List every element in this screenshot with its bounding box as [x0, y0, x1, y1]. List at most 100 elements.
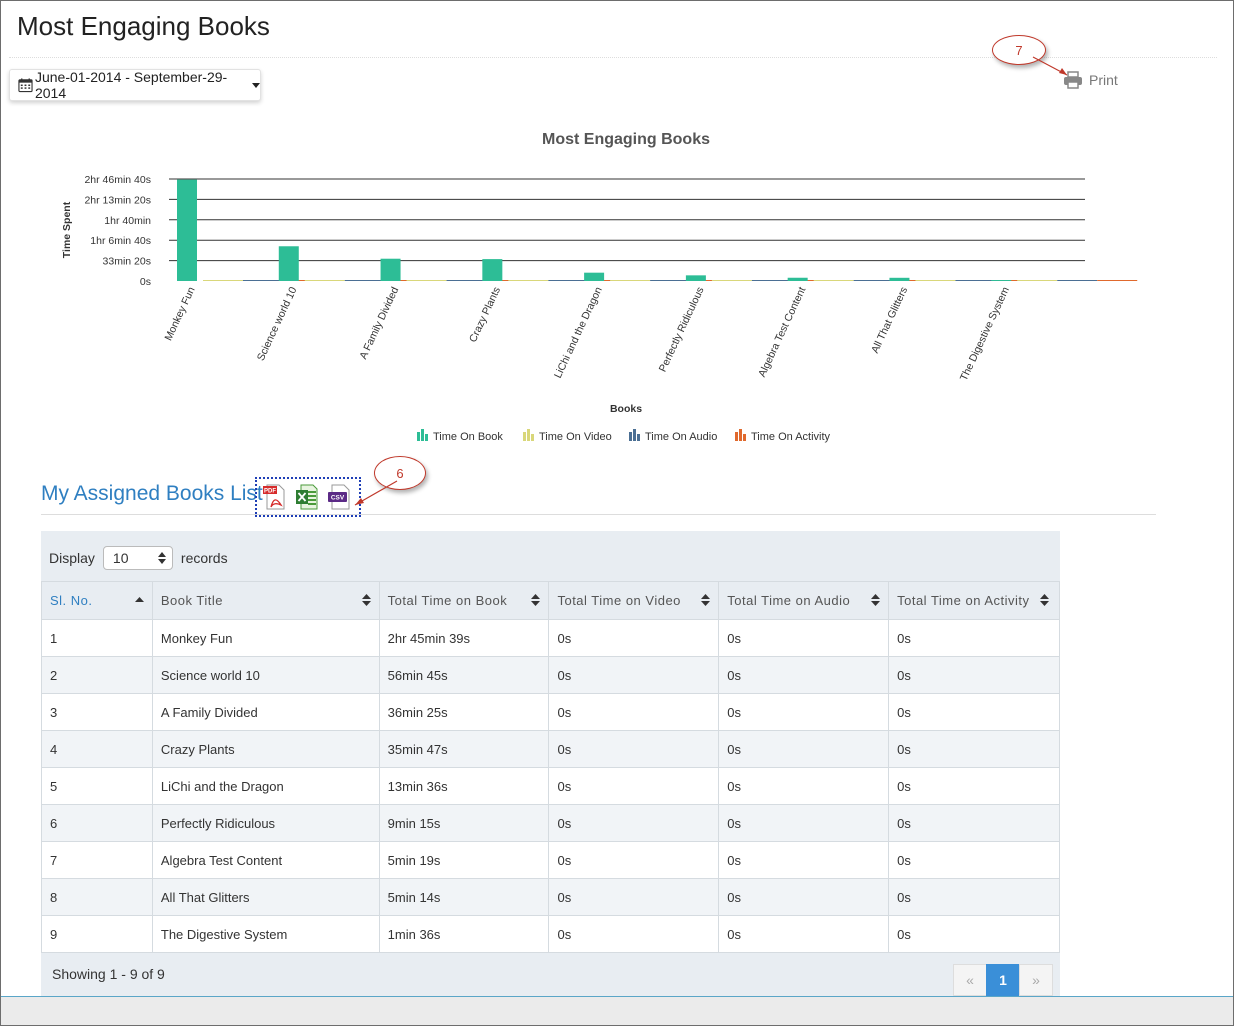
- cell-book-title: Algebra Test Content: [151, 841, 380, 879]
- column-header-book-title[interactable]: Book Title: [151, 581, 380, 620]
- bar: [991, 280, 1012, 281]
- sort-ascending-icon: [134, 597, 144, 602]
- table-header-row: Sl. No. Book Title Total Time on Book To…: [41, 581, 1060, 620]
- cell-time-on-activity: 0s: [888, 656, 1060, 694]
- cell-time-on-audio: 0s: [718, 730, 890, 768]
- table-row: 8 All That Glitters 5min 14s 0s 0s 0s: [41, 878, 1060, 916]
- cell-time-on-book: 5min 19s: [378, 841, 550, 879]
- cell-time-on-audio: 0s: [718, 619, 890, 657]
- cell-time-on-activity: 0s: [888, 915, 1060, 953]
- cell-sl-no: 7: [41, 841, 153, 879]
- bar-chart: Most Engaging Books 0s 33min 20s 1hr 6min 4…: [61, 131, 1138, 443]
- pagination: « 1 »: [953, 964, 1053, 996]
- cell-book-title: LiChi and the Dragon: [151, 767, 380, 805]
- bar: [1097, 280, 1138, 281]
- y-axis-label: Time Spent: [61, 201, 73, 258]
- x-tick-label: All That Glitters: [869, 285, 910, 355]
- x-tick-label: Monkey Fun: [162, 285, 197, 343]
- legend-label: Time On Audio: [645, 431, 717, 443]
- table-row: 6 Perfectly Ridiculous 9min 15s 0s 0s 0s: [41, 804, 1060, 842]
- sort-icon: [1040, 594, 1049, 606]
- legend-label: Time On Activity: [751, 431, 831, 443]
- cell-sl-no: 9: [41, 915, 153, 953]
- cell-time-on-audio: 0s: [718, 656, 890, 694]
- date-range-picker[interactable]: June-01-2014 - September-29-2014: [9, 69, 261, 101]
- cell-time-on-video: 0s: [548, 915, 720, 953]
- cell-time-on-activity: 0s: [888, 730, 1060, 768]
- csv-icon[interactable]: CSV: [327, 483, 351, 511]
- cell-time-on-video: 0s: [548, 730, 720, 768]
- column-header-label: Total Time on Audio: [727, 593, 851, 608]
- table-row: 3A Family Divided 36min 25s 0s 0s 0s: [41, 693, 1060, 731]
- column-header-label: Total Time on Activity: [897, 593, 1030, 608]
- cell-time-on-book: 2hr 45min 39s: [378, 619, 550, 657]
- cell-time-on-video: 0s: [548, 841, 720, 879]
- cell-time-on-book: 56min 45s: [378, 656, 550, 694]
- sort-icon: [531, 594, 541, 606]
- bar: [243, 280, 283, 281]
- legend-swatch: [739, 429, 742, 441]
- legend-swatch: [425, 434, 428, 441]
- y-tick-label: 0s: [140, 276, 151, 288]
- y-tick-label: 2hr 46min 40s: [84, 174, 151, 186]
- cell-sl-no: 8: [41, 878, 153, 916]
- pagination-page-button[interactable]: 1: [986, 964, 1020, 996]
- column-header-time-on-book[interactable]: Total Time on Book: [378, 581, 550, 620]
- bar: [751, 280, 792, 281]
- legend-swatch: [531, 434, 534, 441]
- cell-time-on-book: 9min 15s: [378, 804, 550, 842]
- cell-time-on-activity: 0s: [888, 804, 1060, 842]
- records-per-page-select[interactable]: 10: [102, 546, 173, 570]
- bar: [482, 259, 503, 281]
- column-header-label: Sl. No.: [50, 593, 93, 608]
- bar: [548, 280, 589, 281]
- cell-time-on-activity: 0s: [888, 767, 1060, 805]
- x-tick-label: Perfectly Ridiculous: [657, 285, 707, 374]
- cell-time-on-video: 0s: [548, 767, 720, 805]
- cell-time-on-activity: 0s: [888, 878, 1060, 916]
- cell-time-on-video: 0s: [548, 656, 720, 694]
- display-label: Display: [49, 550, 95, 566]
- cell-sl-no: 1: [41, 619, 153, 657]
- bar: [446, 280, 487, 281]
- pagination-prev-button[interactable]: «: [953, 964, 987, 996]
- pagination-next-button[interactable]: »: [1019, 964, 1053, 996]
- cell-book-title: The Digestive System: [151, 915, 380, 953]
- excel-icon[interactable]: [295, 483, 319, 511]
- csv-icon-text: CSV: [331, 495, 345, 502]
- cell-book-title: Monkey Fun: [151, 619, 380, 657]
- app-window: Most Engaging Books June-01-2014 - Septe…: [0, 0, 1234, 1026]
- bar: [853, 280, 894, 281]
- print-label: Print: [1089, 72, 1118, 88]
- pdf-icon[interactable]: PDF: [263, 483, 287, 511]
- bar: [711, 280, 752, 281]
- column-header-time-on-activity[interactable]: Total Time on Activity: [888, 581, 1060, 620]
- print-button[interactable]: Print: [1063, 71, 1118, 89]
- bar: [406, 280, 447, 281]
- y-tick-label: 1hr 6min 40s: [90, 235, 151, 247]
- legend-swatch: [637, 434, 640, 441]
- legend-swatch: [421, 429, 424, 441]
- legend-swatch: [417, 432, 420, 441]
- cell-sl-no: 5: [41, 767, 153, 805]
- cell-time-on-activity: 0s: [888, 693, 1060, 731]
- bar: [1017, 280, 1058, 281]
- column-header-time-on-audio[interactable]: Total Time on Audio: [718, 581, 890, 620]
- chevron-down-icon: [252, 82, 260, 88]
- table-row: 7 Algebra Test Content 5min 19s 0s 0s 0s: [41, 841, 1060, 879]
- cell-time-on-video: 0s: [548, 693, 720, 731]
- column-header-sl-no[interactable]: Sl. No.: [41, 581, 153, 620]
- bar: [915, 280, 956, 281]
- column-header-label: Book Title: [160, 593, 223, 608]
- x-tick-label: The Digestive System: [958, 285, 1012, 383]
- cell-time-on-book: 5min 14s: [378, 878, 550, 916]
- x-axis-label: Books: [610, 403, 642, 415]
- legend-swatch: [633, 429, 636, 441]
- column-header-time-on-video[interactable]: Total Time on Video: [548, 581, 720, 620]
- section-title: My Assigned Books List: [41, 482, 263, 505]
- x-tick-label: Crazy Plants: [467, 285, 503, 344]
- cell-book-title: Science world 10: [151, 656, 380, 694]
- y-tick-label: 2hr 13min 20s: [84, 194, 151, 206]
- table-row: 2 Science world 10 56min 45s 0s 0s 0s: [41, 656, 1060, 694]
- bar: [1057, 280, 1098, 281]
